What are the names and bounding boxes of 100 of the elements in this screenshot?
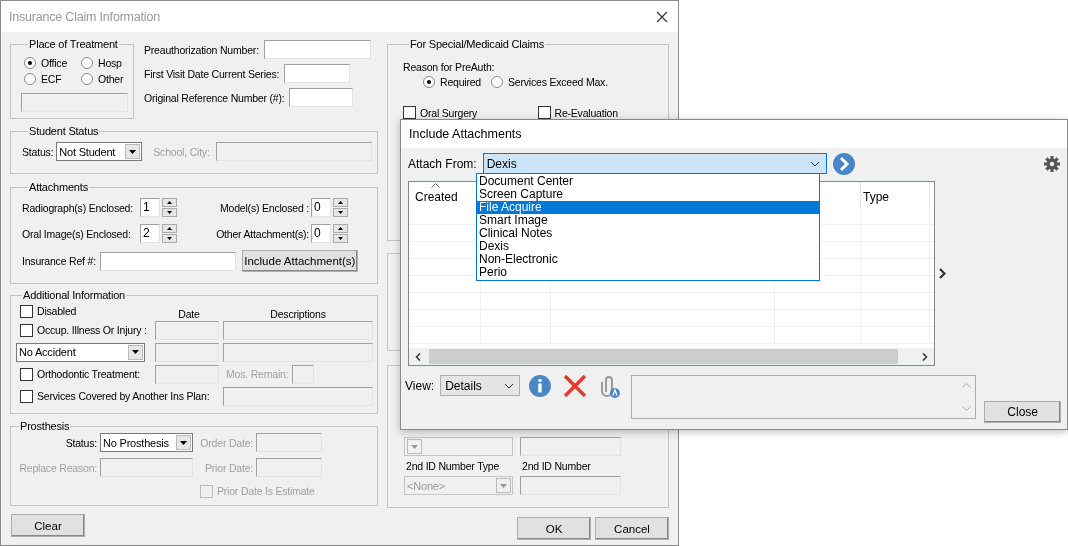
column-heading: Descriptions [270,307,326,320]
text-field[interactable] [263,40,371,59]
text-field[interactable] [520,476,621,495]
group-title: For Special/Medicaid Claims [409,38,545,51]
dropdown[interactable]: No Accident [16,342,145,362]
chevron-down-icon [809,160,820,167]
radio-button[interactable] [423,76,435,88]
spin-up-button[interactable] [162,198,177,207]
date-field[interactable] [155,342,219,362]
dropdown[interactable]: Not Student [56,142,143,161]
text-field[interactable] [520,437,621,456]
field-label: Status: [22,145,54,158]
radio-button[interactable] [491,76,503,88]
dropdown[interactable]: Dexis [482,153,827,174]
list-option[interactable]: Non-Electronic [477,253,819,266]
text-field[interactable] [223,320,373,340]
ok-button[interactable]: OK [517,517,591,540]
date-field[interactable] [155,364,219,384]
number-field[interactable]: 1 [140,198,160,217]
spin-down-button[interactable] [162,234,177,243]
checkbox[interactable] [403,106,416,119]
field-label: Preauthorization Number: [144,43,259,56]
info-icon[interactable] [528,375,551,397]
checkbox[interactable] [20,323,33,337]
field-label: Reason for PreAuth: [403,61,496,73]
field-label: Other Attachment(s): [216,227,309,240]
text-field[interactable] [223,342,373,362]
include-attachments-button[interactable]: Include Attachment(s) [241,250,358,272]
field-label: Mos. Remain: [226,368,289,380]
notes-field[interactable] [630,375,977,419]
chevron-right-icon[interactable] [939,268,946,279]
checkbox[interactable] [537,106,551,119]
dropdown[interactable]: Details [440,375,520,396]
text-field[interactable] [99,251,236,271]
spin-up-button[interactable] [333,224,348,233]
dropdown[interactable] [404,437,513,456]
spin-down-button[interactable] [333,208,348,217]
text-field[interactable] [292,364,315,384]
checkbox-label: Occup. Illness Or Injury : [37,324,147,336]
list-option[interactable]: File Acquire [477,201,819,214]
number-field[interactable]: 0 [311,224,331,243]
sort-caret-icon [431,183,440,188]
scroll-right-icon[interactable] [922,352,928,361]
checkbox-label: Disabled [37,305,77,317]
cancel-button[interactable]: Cancel [595,517,669,540]
settings-icon[interactable] [1044,155,1060,172]
radio-label: Required [440,76,481,88]
scroll-up-icon[interactable] [962,383,972,388]
up-arrow-icon [338,201,343,204]
spin-up-button[interactable] [333,198,348,207]
radio-label: Office [41,57,68,69]
field-label: 2nd ID Number [521,460,592,472]
radio-button[interactable] [81,73,93,85]
up-arrow-icon [338,227,343,230]
checkbox[interactable] [20,367,33,381]
text-field[interactable] [223,386,373,406]
field-label: Order Date: [200,436,253,449]
close-icon[interactable] [656,10,668,23]
window-title: Include Attachments [409,127,522,141]
close-button[interactable]: Close [984,401,1061,423]
column-heading: Date [178,307,200,320]
field-label: View: [405,379,435,393]
column-header[interactable]: Type [861,182,930,208]
radio-button[interactable] [24,57,36,69]
scrollbar-thumb[interactable] [429,349,898,364]
text-field[interactable] [289,88,354,107]
up-arrow-icon [167,227,172,230]
group-title: Attachments [28,181,89,194]
list-option[interactable]: Perio [477,266,819,279]
spin-down-button[interactable] [333,234,348,243]
radio-button[interactable] [24,73,36,85]
checkbox[interactable] [20,304,33,318]
up-arrow-icon [167,201,172,204]
list-option[interactable]: Smart Image [477,214,819,227]
radio-label: ECF [41,73,62,85]
scroll-down-icon[interactable] [962,406,972,411]
number-field[interactable]: 2 [140,224,160,243]
text-field[interactable] [100,458,193,477]
text-field[interactable] [284,64,351,83]
scroll-left-icon[interactable] [415,352,421,361]
list-option[interactable]: Clinical Notes [477,227,819,240]
checkbox-label: Oral Surgery [420,106,478,119]
field-label: Status: [65,436,97,449]
radio-label: Other [98,73,124,85]
checkbox-label: Re-Evaluation [554,106,618,119]
checkbox[interactable] [20,389,33,403]
date-field[interactable] [256,458,322,477]
arrow-right-icon[interactable] [832,152,855,175]
radio-button[interactable] [81,57,93,69]
spin-up-button[interactable] [162,224,177,233]
delete-icon[interactable] [562,375,587,397]
field-label: Model(s) Enclosed : [220,201,309,214]
clear-button[interactable]: Clear [11,514,85,537]
horizontal-scrollbar[interactable] [409,348,934,365]
window-title: Insurance Claim Information [9,9,160,24]
spin-down-button[interactable] [162,208,177,217]
radio-label: Hosp [98,57,122,69]
field-label: First Visit Date Current Series: [144,67,280,80]
list-option[interactable]: Dexis [477,240,819,253]
number-field[interactable]: 0 [311,198,331,217]
